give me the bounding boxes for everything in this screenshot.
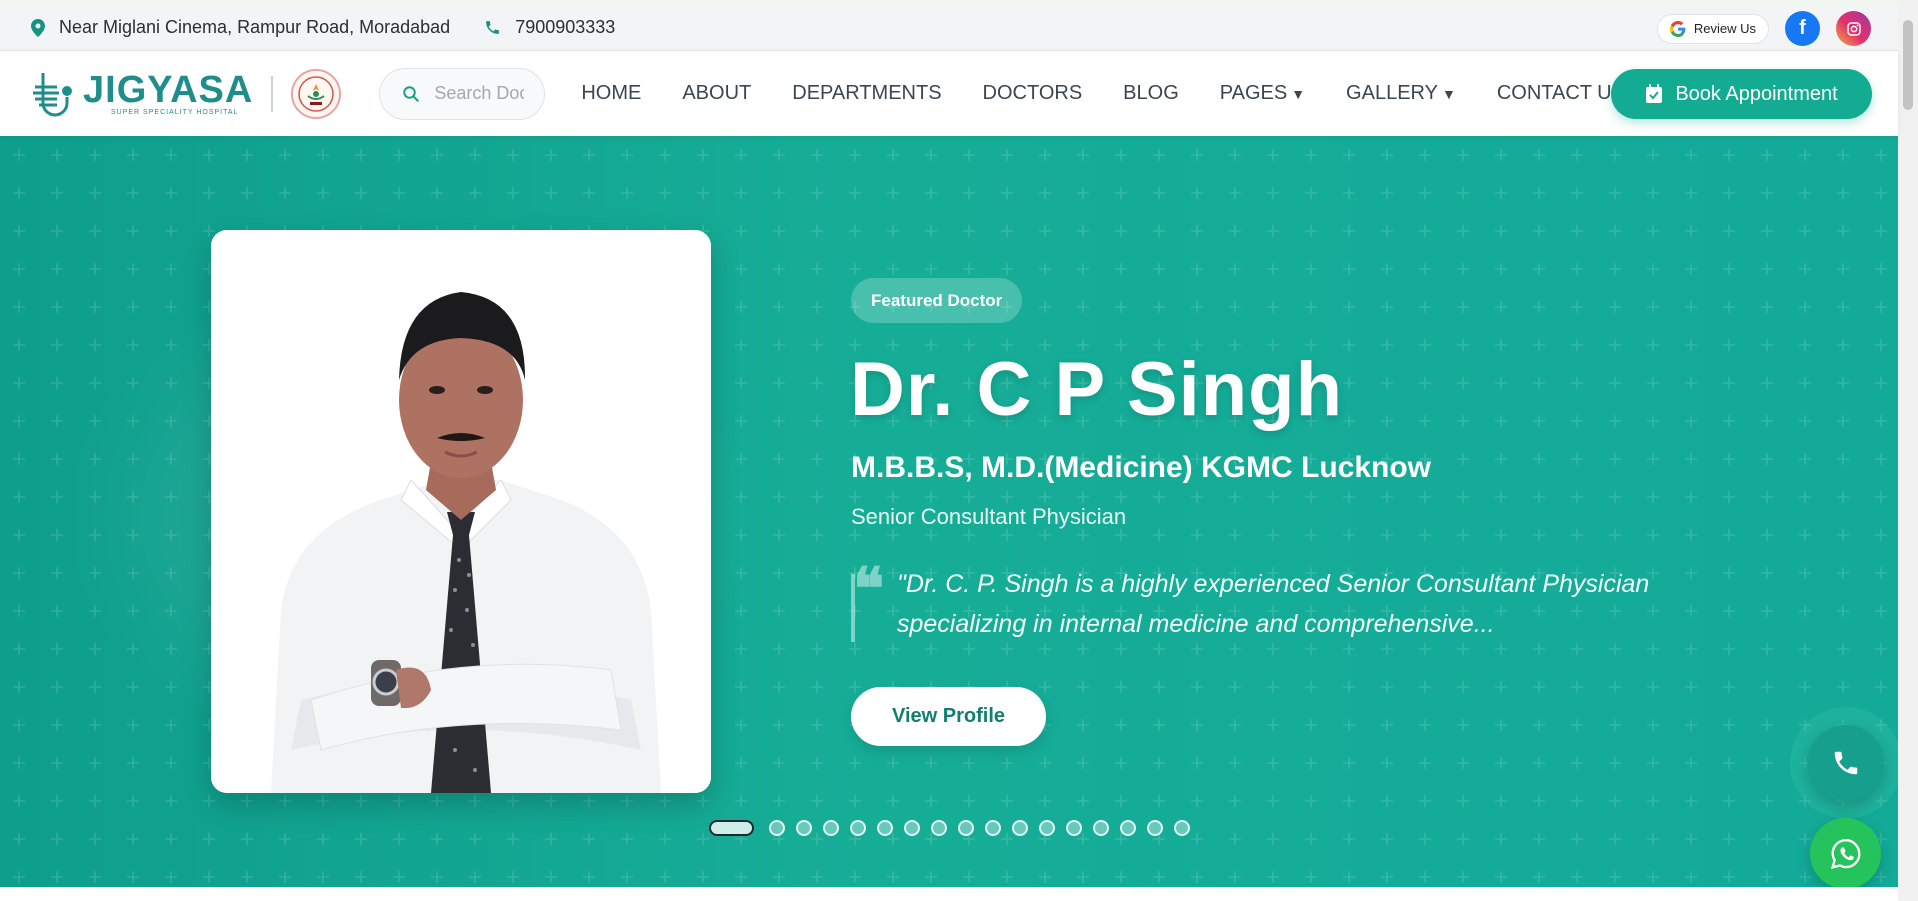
- calendar-check-icon: [1646, 84, 1663, 103]
- search-input[interactable]: [434, 83, 525, 104]
- slider-dot[interactable]: [904, 820, 920, 836]
- slider-pagination: [709, 820, 1190, 836]
- nav-pages-label: PAGES: [1219, 82, 1288, 104]
- review-us-label: Review Us: [1693, 21, 1756, 36]
- nav-doctors[interactable]: DOCTORS: [983, 82, 1083, 105]
- slider-dot[interactable]: [1066, 820, 1082, 836]
- nav-pages[interactable]: PAGES ▼: [1220, 82, 1305, 105]
- site-logo[interactable]: JIGYASA SUPER SPECIALITY HOSPITAL: [29, 68, 342, 119]
- facebook-glyph: f: [1799, 17, 1806, 39]
- page-bottom-strip: [0, 887, 1898, 901]
- doctor-name: Dr. C P Singh: [850, 347, 1344, 432]
- nav-blog[interactable]: BLOG: [1123, 82, 1179, 105]
- slider-dot[interactable]: [769, 820, 785, 836]
- instagram-icon[interactable]: [1836, 11, 1871, 46]
- logo-divider: [271, 75, 274, 112]
- location-pin-icon: [31, 18, 45, 37]
- search-icon: [403, 85, 420, 102]
- featured-doctor-badge: Featured Doctor: [851, 278, 1023, 323]
- google-icon: [1669, 20, 1686, 37]
- nav-gallery[interactable]: GALLERY ▼: [1346, 82, 1456, 105]
- facebook-icon[interactable]: f: [1785, 11, 1820, 46]
- top-info-bar: Near Miglani Cinema, Rampur Road, Morada…: [0, 0, 1898, 51]
- book-appointment-label: Book Appointment: [1675, 82, 1838, 105]
- main-navbar: JIGYASA SUPER SPECIALITY HOSPITAL HOME A…: [0, 51, 1898, 136]
- doctor-qualification: M.B.B.S, M.D.(Medicine) KGMC Lucknow: [851, 451, 1432, 484]
- scrollbar-thumb[interactable]: [1903, 20, 1913, 110]
- quote-text: "Dr. C. P. Singh is a highly experienced…: [897, 570, 1650, 638]
- slider-dot[interactable]: [958, 820, 974, 836]
- nav-about[interactable]: ABOUT: [682, 82, 751, 105]
- phone-icon: [486, 21, 500, 34]
- call-floating-button[interactable]: [1790, 707, 1902, 819]
- slider-dot[interactable]: [1093, 820, 1109, 836]
- nav-contact[interactable]: CONTACT US: [1497, 82, 1625, 105]
- slider-dot[interactable]: [1039, 820, 1055, 836]
- quote-icon: ❝: [853, 555, 885, 623]
- slider-dot[interactable]: [877, 820, 893, 836]
- nav-gallery-label: GALLERY: [1346, 82, 1438, 104]
- slider-dot[interactable]: [1012, 820, 1028, 836]
- doctor-quote: ❝ "Dr. C. P. Singh is a highly experienc…: [851, 560, 1671, 644]
- doctor-role: Senior Consultant Physician: [851, 504, 1127, 529]
- slider-dot[interactable]: [850, 820, 866, 836]
- book-appointment-button[interactable]: Book Appointment: [1611, 69, 1872, 119]
- search-box[interactable]: [379, 67, 546, 120]
- ayushman-seal-icon: [291, 68, 342, 119]
- whatsapp-icon: [1830, 838, 1860, 869]
- call-button-inner: [1808, 725, 1884, 801]
- slider-dot[interactable]: [1120, 820, 1136, 836]
- slider-dot[interactable]: [796, 820, 812, 836]
- brand-tagline: SUPER SPECIALITY HOSPITAL: [111, 108, 239, 116]
- hero-slider: Featured Doctor Dr. C P Singh M.B.B.S, M…: [0, 136, 1898, 887]
- chevron-down-icon: ▼: [1441, 86, 1456, 102]
- brand-name: JIGYASA: [83, 68, 254, 111]
- nav-menu: HOME ABOUT DEPARTMENTS DOCTORS BLOG PAGE…: [581, 82, 1625, 105]
- jigyasa-logo-icon: [33, 72, 72, 116]
- whatsapp-floating-button[interactable]: [1810, 818, 1881, 889]
- doctor-portrait-image: [211, 230, 711, 793]
- nav-departments[interactable]: DEPARTMENTS: [792, 82, 941, 105]
- instagram-glyph: [1846, 21, 1861, 36]
- nav-home[interactable]: HOME: [581, 82, 641, 105]
- slider-dot-active[interactable]: [709, 820, 754, 836]
- slider-dot[interactable]: [823, 820, 839, 836]
- address-text: Near Miglani Cinema, Rampur Road, Morada…: [59, 17, 451, 37]
- slider-dot[interactable]: [931, 820, 947, 836]
- address-info: Near Miglani Cinema, Rampur Road, Morada…: [31, 17, 450, 38]
- slider-dot[interactable]: [985, 820, 1001, 836]
- slider-dot[interactable]: [1174, 820, 1190, 836]
- chevron-down-icon: ▼: [1291, 86, 1306, 102]
- review-us-button[interactable]: Review Us: [1656, 13, 1769, 44]
- phone-info[interactable]: 7900903333: [484, 17, 615, 38]
- phone-icon: [1834, 751, 1858, 775]
- doctor-photo: [211, 230, 711, 793]
- page-scrollbar[interactable]: [1898, 0, 1918, 901]
- view-profile-button[interactable]: View Profile: [851, 687, 1046, 746]
- phone-text[interactable]: 7900903333: [515, 17, 615, 38]
- slider-dot[interactable]: [1147, 820, 1163, 836]
